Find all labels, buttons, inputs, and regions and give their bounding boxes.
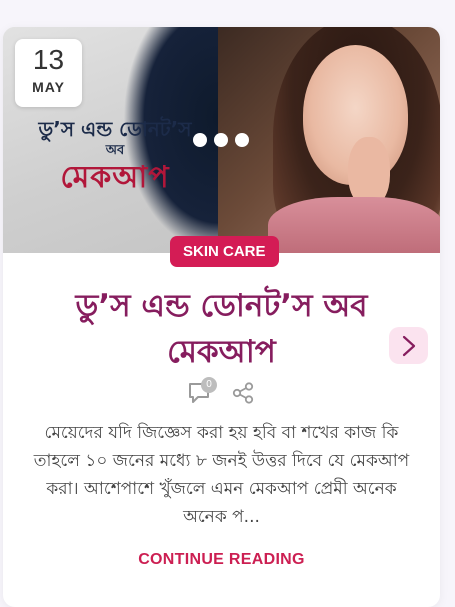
date-month: MAY bbox=[32, 79, 65, 95]
post-excerpt: মেয়েদের যদি জিজ্ঞেস করা হয় হবি বা শখের… bbox=[33, 423, 410, 527]
post-title[interactable]: ডু’স এন্ড ডোনট’স অব মেকআপ bbox=[43, 283, 400, 375]
featured-image[interactable]: ডু’স এন্ড ডোনট’স অব মেকআপ 13 MAY bbox=[3, 27, 440, 253]
dot bbox=[193, 133, 207, 147]
date-badge: 13 MAY bbox=[15, 39, 82, 107]
category-badge[interactable]: SKIN CARE bbox=[170, 236, 279, 267]
model-dress bbox=[268, 197, 440, 253]
date-day: 13 bbox=[32, 44, 65, 75]
continue-reading-link[interactable]: CONTINUE READING bbox=[3, 551, 440, 569]
dot bbox=[235, 133, 249, 147]
comment-count-badge: 0 bbox=[201, 377, 217, 393]
image-title-line3: মেকআপ bbox=[60, 160, 170, 195]
post-meta: 0 bbox=[188, 377, 254, 409]
dot bbox=[214, 133, 228, 147]
chevron-right-icon bbox=[402, 335, 415, 356]
post-card: ডু’স এন্ড ডোনট’স অব মেকআপ 13 MAY SKIN CA… bbox=[3, 27, 440, 607]
comments-link[interactable]: 0 bbox=[188, 377, 217, 405]
next-arrow-button[interactable] bbox=[389, 327, 428, 364]
more-options-dots-icon[interactable] bbox=[193, 133, 249, 147]
share-icon[interactable] bbox=[232, 382, 254, 404]
